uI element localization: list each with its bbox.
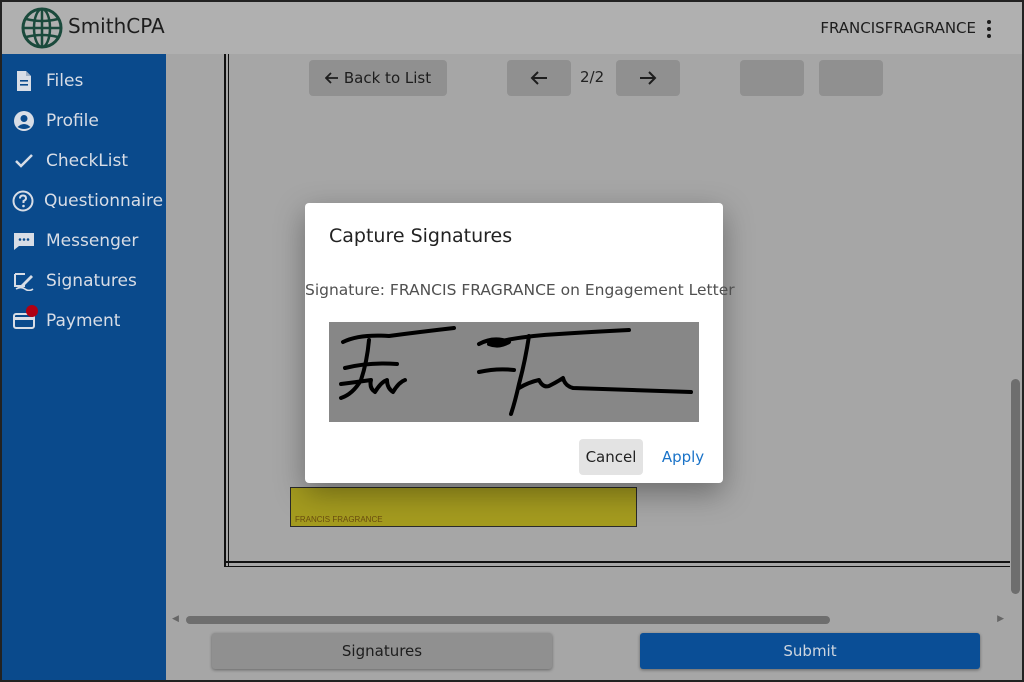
- capture-signatures-dialog: Capture Signatures Signature: FRANCIS FR…: [305, 203, 735, 483]
- previous-page-button[interactable]: [507, 60, 571, 96]
- sidebar-item-checklist[interactable]: CheckList: [12, 146, 162, 176]
- sidebar-item-label: Files: [46, 71, 84, 91]
- arrow-right-icon: [640, 71, 657, 85]
- back-to-list-button[interactable]: Back to List: [309, 60, 447, 96]
- chat-icon: [12, 229, 36, 253]
- credit-card-icon: [12, 305, 38, 333]
- sidebar-item-messenger[interactable]: Messenger: [12, 226, 162, 256]
- sidebar-item-files[interactable]: Files: [12, 66, 162, 96]
- top-bar: SmithCPA FRANCISFRAGRANCE: [2, 2, 1022, 54]
- globe-logo-icon: [21, 7, 63, 49]
- scroll-right-icon[interactable]: ▶: [997, 614, 1004, 624]
- question-circle-icon: [12, 189, 34, 213]
- signature-canvas[interactable]: [329, 322, 699, 422]
- sidebar-item-signatures[interactable]: Signatures: [12, 266, 162, 296]
- submit-button[interactable]: Submit: [640, 633, 980, 669]
- dialog-subtitle: Signature: FRANCIS FRAGRANCE on Engageme…: [305, 281, 735, 299]
- brand-name: SmithCPA: [68, 14, 165, 38]
- sidebar-item-label: Profile: [46, 111, 99, 131]
- app-window: SmithCPA FRANCISFRAGRANCE Files Profile …: [0, 0, 1024, 682]
- apply-button[interactable]: Apply: [653, 439, 713, 475]
- sidebar-item-label: Messenger: [46, 231, 139, 251]
- dialog-title: Capture Signatures: [329, 225, 513, 247]
- notification-dot: [26, 305, 38, 317]
- signature-icon: [12, 269, 36, 293]
- signature-drawing: [339, 326, 693, 416]
- cancel-button[interactable]: Cancel: [579, 439, 643, 475]
- checkmark-icon: [12, 149, 36, 173]
- horizontal-scrollbar[interactable]: ◀ ▶: [170, 612, 1004, 626]
- vertical-scroll-thumb[interactable]: [1011, 379, 1020, 594]
- toolbar-blank-button-2[interactable]: [819, 60, 883, 96]
- document-border-bottom: [224, 561, 1010, 567]
- username-label: FRANCISFRAGRANCE: [820, 19, 976, 37]
- next-page-button[interactable]: [616, 60, 680, 96]
- sidebar-item-profile[interactable]: Profile: [12, 106, 162, 136]
- back-to-list-label: Back to List: [343, 69, 432, 87]
- vertical-scrollbar[interactable]: [1008, 54, 1022, 614]
- sidebar-item-payment[interactable]: Payment: [12, 305, 162, 336]
- page-indicator: 2/2: [580, 68, 605, 86]
- horizontal-scroll-thumb[interactable]: [186, 616, 830, 624]
- file-icon: [12, 69, 36, 93]
- sidebar-item-label: Signatures: [46, 271, 137, 291]
- document-border-left: [224, 54, 229, 566]
- sidebar-item-label: Payment: [46, 311, 121, 331]
- scroll-left-icon[interactable]: ◀: [172, 614, 179, 624]
- more-options-icon[interactable]: [986, 20, 992, 38]
- signature-field[interactable]: FRANCIS FRAGRANCE: [290, 487, 637, 527]
- sidebar: Files Profile CheckList Questionnaire Me…: [2, 54, 166, 680]
- user-circle-icon: [12, 109, 36, 133]
- arrow-left-icon: [530, 71, 547, 85]
- sidebar-item-questionnaire[interactable]: Questionnaire: [12, 186, 164, 216]
- sidebar-item-label: Questionnaire: [44, 191, 164, 211]
- arrow-left-icon: [324, 72, 338, 84]
- sidebar-item-label: CheckList: [46, 151, 129, 171]
- toolbar-blank-button-1[interactable]: [740, 60, 804, 96]
- signature-field-label: FRANCIS FRAGRANCE: [295, 515, 383, 524]
- signatures-button[interactable]: Signatures: [212, 633, 552, 669]
